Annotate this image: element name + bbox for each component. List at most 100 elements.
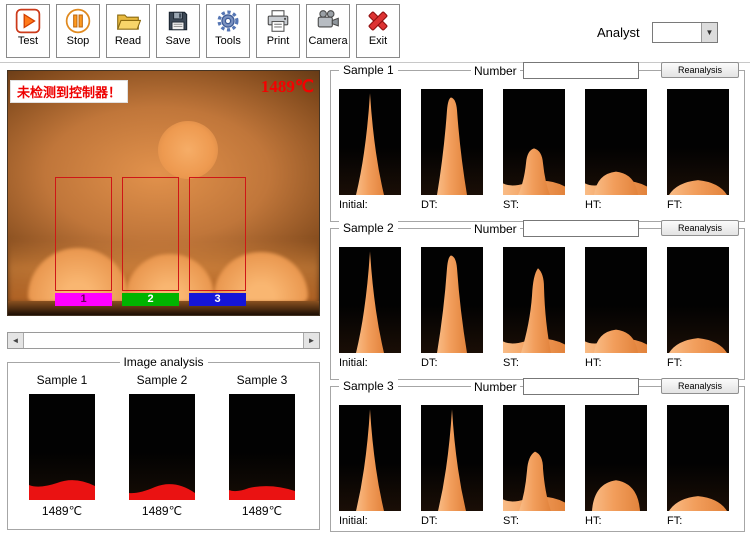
print-button[interactable]: Print: [256, 4, 300, 58]
stage-thumbnail-ft: [667, 89, 729, 195]
cone-shape: [594, 330, 638, 353]
stage-thumbnail-st: [503, 405, 565, 511]
furnace-glow-blob: [158, 121, 218, 179]
image-analysis-sample-3: Sample 3 1489℃: [214, 373, 310, 518]
furnace-camera-view: 1 2 3 未检测到控制器！ 1489℃: [7, 70, 320, 316]
analyst-dropdown[interactable]: ▼: [652, 22, 718, 43]
sample-marker-1: 1: [55, 293, 112, 306]
sample-name: Sample 1: [37, 373, 88, 387]
cone-shape: [438, 409, 466, 511]
analyst-label: Analyst: [597, 25, 640, 40]
cone-shape: [521, 268, 551, 353]
sample-3-group: Sample 3 Number Reanalysis Initial: DT: …: [330, 386, 745, 532]
stage-thumbnail-st: [503, 247, 565, 353]
scrollbar-track[interactable]: [24, 333, 303, 348]
sample-group-title: Sample 3: [339, 379, 398, 393]
sample-temperature: 1489℃: [242, 504, 282, 518]
camera-button-label: Camera: [308, 35, 347, 47]
stage-label-initial: Initial:: [339, 357, 368, 369]
sample-group-title: Sample 2: [339, 221, 398, 235]
stage-label-ft: FT:: [667, 357, 682, 369]
sample-name: Sample 3: [237, 373, 288, 387]
sample-number-input[interactable]: [523, 62, 639, 79]
stage-label-ft: FT:: [667, 515, 682, 527]
analysis-thumbnail-1: [29, 394, 95, 500]
sample-group-title: Sample 1: [339, 63, 398, 77]
folder-icon: [115, 8, 141, 34]
stage-label-ht: HT:: [585, 357, 602, 369]
cone-shape: [594, 172, 638, 195]
stage-label-ht: HT:: [585, 199, 602, 211]
stage-thumbnail-dt: [421, 89, 483, 195]
gear-icon: [215, 8, 241, 34]
stage-label-ft: FT:: [667, 199, 682, 211]
camera-button[interactable]: Camera: [306, 4, 350, 58]
reanalysis-button[interactable]: Reanalysis: [661, 378, 739, 394]
cone-shape: [356, 93, 384, 195]
stage-label-st: ST:: [503, 357, 519, 369]
analysis-thumbnail-3: [229, 394, 295, 500]
image-analysis-group: Image analysis Sample 1 1489℃ Sample 2 1…: [7, 362, 320, 530]
exit-button-label: Exit: [369, 35, 387, 47]
cone-shape: [356, 251, 384, 353]
scroll-right-arrow-icon[interactable]: ►: [303, 333, 319, 348]
stage-label-st: ST:: [503, 515, 519, 527]
stage-thumbnail-initial: [339, 405, 401, 511]
floppy-icon: [165, 8, 191, 34]
stage-label-st: ST:: [503, 199, 519, 211]
stage-label-dt: DT:: [421, 357, 438, 369]
controller-alert-text: 未检测到控制器！: [10, 80, 128, 103]
print-button-label: Print: [267, 35, 290, 47]
stage-thumbnail-ht: [585, 405, 647, 511]
read-button-label: Read: [115, 35, 141, 47]
image-analysis-title: Image analysis: [119, 355, 207, 369]
stage-thumbnail-initial: [339, 247, 401, 353]
exit-button[interactable]: Exit: [356, 4, 400, 58]
reanalysis-button[interactable]: Reanalysis: [661, 220, 739, 236]
stage-thumbnail-ht: [585, 247, 647, 353]
sample-number-input[interactable]: [523, 220, 639, 237]
cone-shape: [356, 409, 384, 511]
cone-shape: [669, 496, 727, 511]
stop-button[interactable]: Stop: [56, 4, 100, 58]
roi-rect-2: [122, 177, 179, 291]
sample-1-group: Sample 1 Number Reanalysis Initial: DT: …: [330, 70, 745, 222]
number-label: Number: [471, 64, 520, 78]
play-icon: [15, 8, 41, 34]
stage-thumbnail-initial: [339, 89, 401, 195]
sample-2-group: Sample 2 Number Reanalysis Initial: DT: …: [330, 228, 745, 380]
stage-thumbnail-ht: [585, 89, 647, 195]
sample-marker-2: 2: [122, 293, 179, 306]
stage-thumbnail-ft: [667, 405, 729, 511]
stage-thumbnail-dt: [421, 405, 483, 511]
cone-shape: [519, 452, 551, 511]
cone-shape: [592, 480, 640, 511]
toolbar: Test Stop Read Save Tools Print: [0, 0, 750, 62]
tools-button[interactable]: Tools: [206, 4, 250, 58]
cone-shape: [669, 180, 727, 195]
pause-icon: [65, 8, 91, 34]
camera-scrollbar[interactable]: ◄ ►: [7, 332, 320, 349]
cone-shape: [437, 255, 467, 353]
reanalysis-button[interactable]: Reanalysis: [661, 62, 739, 78]
read-button[interactable]: Read: [106, 4, 150, 58]
save-button[interactable]: Save: [156, 4, 200, 58]
test-button[interactable]: Test: [6, 4, 50, 58]
stage-label-dt: DT:: [421, 199, 438, 211]
stage-label-initial: Initial:: [339, 515, 368, 527]
analyst-dropdown-value: [653, 23, 701, 42]
roi-rect-3: [189, 177, 246, 291]
cone-shape: [669, 338, 727, 353]
furnace-temperature: 1489℃: [261, 77, 314, 97]
exit-icon: [365, 8, 391, 34]
cone-shape: [437, 97, 467, 195]
roi-rect-1: [55, 177, 112, 291]
melt-area-shape: [129, 484, 195, 500]
sample-number-input[interactable]: [523, 378, 639, 395]
stage-thumbnail-dt: [421, 247, 483, 353]
sample-marker-3: 3: [189, 293, 246, 306]
chevron-down-icon[interactable]: ▼: [701, 23, 717, 42]
scroll-left-arrow-icon[interactable]: ◄: [8, 333, 24, 348]
stage-thumbnail-st: [503, 89, 565, 195]
melt-area-shape: [229, 486, 295, 500]
